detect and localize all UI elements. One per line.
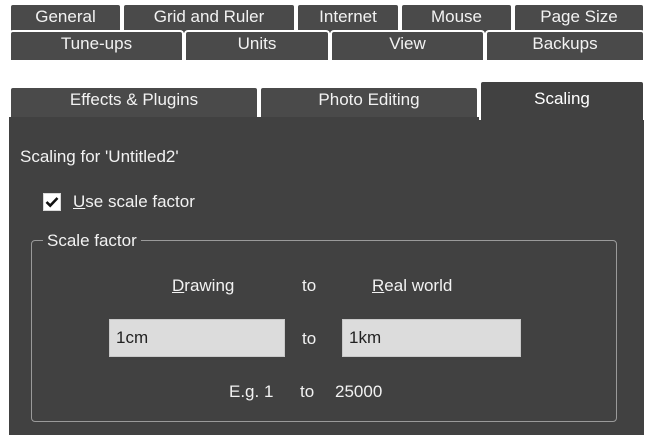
tab-scaling[interactable]: Scaling — [479, 80, 645, 120]
example-value: 25000 — [335, 382, 383, 401]
tab-backups[interactable]: Backups — [485, 30, 645, 60]
use-scale-factor-label[interactable]: Use scale factor — [73, 192, 195, 212]
to-input-label: to — [302, 329, 317, 348]
tab-grid-and-ruler[interactable]: Grid and Ruler — [122, 3, 296, 33]
use-scale-factor-checkbox[interactable] — [43, 193, 61, 211]
tab-internet[interactable]: Internet — [296, 3, 400, 33]
tab-mouse[interactable]: Mouse — [400, 3, 513, 33]
checkmark-icon — [45, 197, 59, 208]
example-prefix: E.g. 1 — [229, 382, 274, 401]
drawing-input[interactable]: 1cm — [109, 319, 285, 357]
drawing-label: Drawing — [172, 276, 235, 295]
options-dialog: General Grid and Ruler Internet Mouse Pa… — [0, 0, 647, 435]
tab-effects-plugins[interactable]: Effects & Plugins — [9, 86, 259, 117]
real-world-input[interactable]: 1km — [342, 319, 521, 357]
tab-general[interactable]: General — [9, 3, 122, 33]
tab-view[interactable]: View — [330, 30, 485, 60]
tab-photo-editing[interactable]: Photo Editing — [259, 86, 479, 117]
tab-page-size[interactable]: Page Size — [513, 3, 645, 33]
to-header-label: to — [302, 276, 317, 295]
example-to: to — [300, 382, 315, 401]
tab-units[interactable]: Units — [184, 30, 330, 60]
tab-tune-ups[interactable]: Tune-ups — [9, 30, 184, 60]
scaling-heading: Scaling for 'Untitled2' — [20, 147, 179, 166]
scale-factor-group-title: Scale factor — [43, 231, 141, 251]
real-world-label: Real world — [372, 276, 453, 295]
